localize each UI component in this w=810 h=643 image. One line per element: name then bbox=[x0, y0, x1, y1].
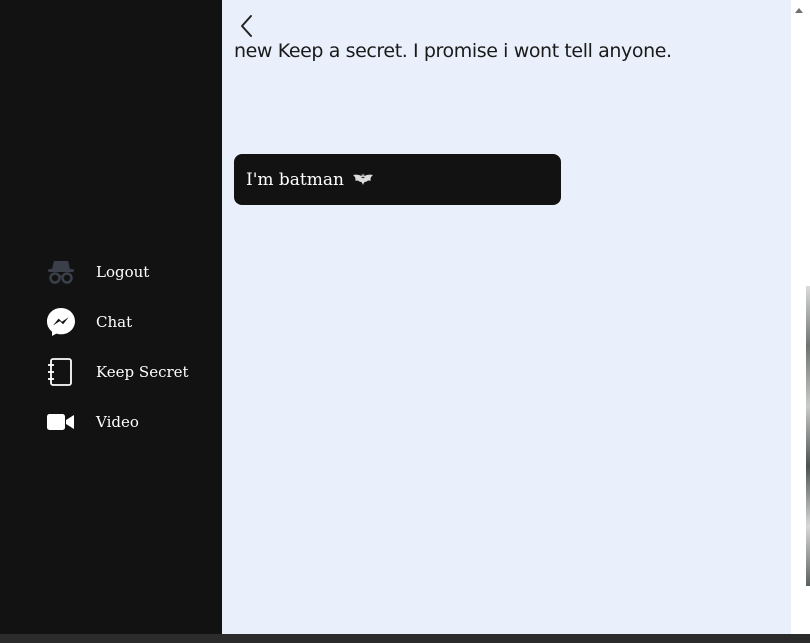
page-title: new Keep a secret. I promise i wont tell… bbox=[234, 40, 672, 62]
sidebar-item-chat[interactable]: Chat bbox=[46, 297, 189, 347]
sidebar-item-label: Chat bbox=[96, 313, 133, 331]
notebook-icon bbox=[46, 357, 76, 387]
back-button[interactable] bbox=[236, 12, 258, 40]
video-camera-icon bbox=[46, 407, 76, 437]
sidebar-item-label: Logout bbox=[96, 263, 150, 281]
secret-card[interactable]: I'm batman bbox=[234, 154, 561, 205]
incognito-icon bbox=[46, 257, 76, 287]
sidebar-item-video[interactable]: Video bbox=[46, 397, 189, 447]
app-window: Logout Chat Keep Secret Video new Keep a… bbox=[0, 0, 810, 643]
sidebar-item-keep-secret[interactable]: Keep Secret bbox=[46, 347, 189, 397]
sidebar-nav: Logout Chat Keep Secret Video bbox=[46, 247, 189, 447]
scroll-up-arrow-icon[interactable] bbox=[795, 8, 803, 13]
secret-text: I'm batman bbox=[246, 169, 344, 190]
chevron-left-icon bbox=[241, 15, 252, 37]
taskbar bbox=[0, 634, 810, 643]
sidebar-item-label: Keep Secret bbox=[96, 363, 189, 381]
sidebar-item-logout[interactable]: Logout bbox=[46, 247, 189, 297]
main-content: new Keep a secret. I promise i wont tell… bbox=[222, 0, 791, 634]
sidebar-item-label: Video bbox=[96, 413, 139, 431]
background-window-edge bbox=[806, 286, 810, 586]
bat-icon bbox=[352, 172, 374, 188]
sidebar: Logout Chat Keep Secret Video bbox=[0, 0, 222, 634]
messenger-icon bbox=[46, 307, 76, 337]
